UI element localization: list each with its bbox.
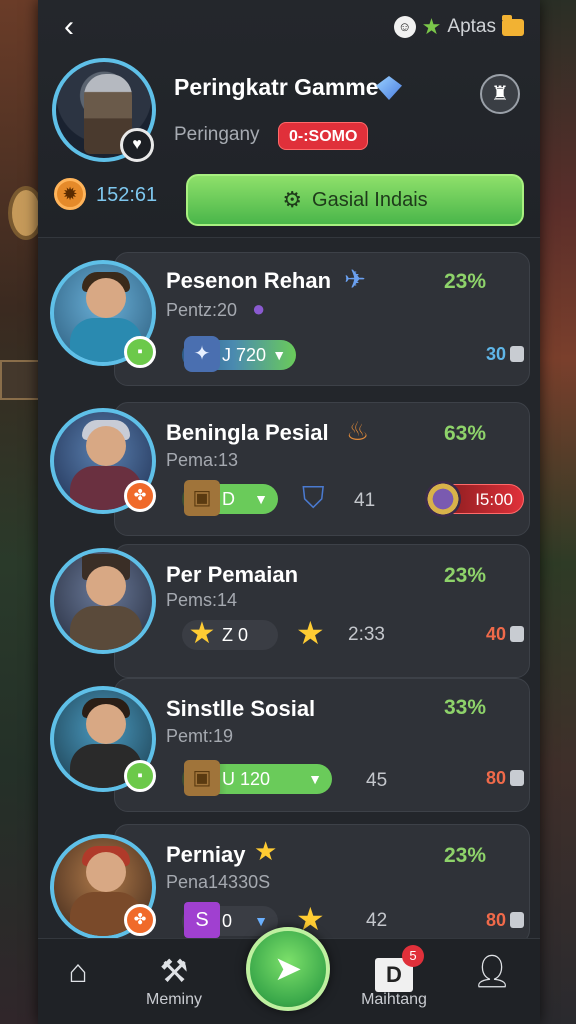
shield-crest-icon: ⛉ — [302, 482, 325, 515]
timer-pill[interactable]: I5:00 — [425, 481, 524, 517]
gear-icon: ⚙ — [282, 187, 303, 212]
cta-button[interactable]: ⚙ Gasial Indais — [186, 174, 524, 226]
paw-badge-icon: ✤ — [124, 480, 156, 512]
resource-pill[interactable]: ✦ J 720 ▼ — [182, 336, 297, 372]
player-name: Per Pemaian — [166, 562, 299, 587]
user-icon: 👤︎ — [471, 953, 513, 989]
star-icon: ★ — [296, 615, 325, 651]
player-percent: 33% — [443, 696, 486, 719]
arrow-down-icon: ▼ — [272, 347, 287, 363]
player-sub: Pems:14 — [166, 590, 238, 610]
stat-value: 152:61 — [96, 184, 158, 206]
nav-home[interactable]: ⌂ — [38, 951, 118, 991]
home-icon: ⌂ — [68, 953, 88, 989]
back-button[interactable]: ‹ — [54, 10, 84, 44]
player-sub: Pena14330S — [166, 872, 271, 892]
battery-icon — [510, 626, 524, 642]
check-badge-icon: ▪ — [124, 760, 156, 792]
check-badge-icon: ▪ — [124, 336, 156, 368]
star-icon: ★ — [188, 617, 216, 650]
lock-icon — [510, 770, 524, 786]
player-sub: Pemt:19 — [166, 726, 234, 746]
crate-icon: ▣ — [184, 760, 220, 796]
nav-profile[interactable]: 👤︎ — [452, 951, 532, 991]
player-right-value: 30 — [486, 344, 524, 365]
nav-label: Maihtang — [361, 991, 427, 1008]
top-right-status: ☺ ★ Aptas — [393, 14, 524, 40]
torch-icon: ♨ — [346, 416, 370, 446]
player-mid-value: 41 — [354, 490, 376, 511]
crate-icon: ▣ — [184, 480, 220, 516]
page-title: Peringkatr Gamme — [174, 74, 379, 100]
sign-decoration — [0, 360, 40, 400]
player-right-value: 40 — [486, 624, 524, 645]
cta-label: Gasial Indais — [312, 188, 428, 211]
arrow-down-icon: ▼ — [254, 491, 268, 507]
resource-pill[interactable]: ★ Z 0 — [182, 617, 278, 650]
player-percent: 63% — [443, 422, 486, 445]
lock-icon — [510, 912, 524, 928]
player-mid-value: 2:33 — [348, 624, 385, 645]
player-percent: 23% — [443, 844, 486, 867]
orb-icon — [425, 481, 461, 517]
star-icon: ★ — [421, 14, 442, 39]
arrow-down-icon: ▼ — [308, 771, 322, 787]
player-percent: 23% — [443, 270, 486, 293]
right-building — [536, 0, 576, 1024]
player-right-value: 80 — [486, 910, 524, 931]
plane-icon: ✈ — [344, 264, 366, 294]
paper-plane-icon: ➤ — [273, 950, 303, 988]
notification-badge: 5 — [402, 945, 424, 967]
header: ‹ ☺ ★ Aptas ♥ Peringkatr Gamme Peringany… — [38, 0, 540, 238]
bag-button[interactable]: ♜ — [480, 74, 520, 114]
player-mid-value: 45 — [366, 770, 388, 791]
player-sub: Pentz:20 — [166, 300, 238, 320]
star-icon: ★ — [254, 836, 278, 866]
heart-badge-icon: ♥ — [120, 128, 154, 162]
nav-memory[interactable]: ⚒ Meminy — [134, 951, 214, 1009]
resource-pill[interactable]: S 0 ▼ — [182, 902, 278, 938]
lock-icon — [510, 346, 524, 362]
folder-icon[interactable] — [502, 14, 524, 36]
player-right-value: 80 — [486, 768, 524, 789]
nav-matchup[interactable]: D 5 Maihtang — [354, 945, 434, 1009]
play-button[interactable]: ➤ — [246, 927, 330, 1011]
face-icon[interactable]: ☺ — [393, 16, 416, 38]
player-name: Pesenon Rehan — [166, 268, 332, 293]
arrow-down-icon: ▼ — [254, 913, 268, 929]
player-name: Beningla Pesial — [166, 420, 329, 445]
page-subtitle: Peringany — [174, 124, 260, 145]
scroll-icon: S — [184, 902, 220, 938]
potion-icon: ● — [252, 296, 266, 321]
resource-pill[interactable]: ▣ D ▼ — [182, 480, 278, 516]
gear-stat-icon: ✹ — [54, 178, 86, 210]
tools-icon: ⚒ — [159, 953, 189, 989]
top-right-label[interactable]: Aptas — [447, 16, 496, 38]
player-name: Perniay — [166, 842, 246, 867]
shield-icon: ✦ — [184, 336, 220, 372]
resource-pill[interactable]: ▣ U 120 ▼ — [182, 760, 332, 796]
player-name: Sinstlle Sosial — [166, 696, 316, 721]
left-building — [0, 0, 40, 1024]
leaderboard-panel: ‹ ☺ ★ Aptas ♥ Peringkatr Gamme Peringany… — [38, 0, 540, 1024]
bottom-nav: ⌂ ⚒ Meminy ➤ D 5 Maihtang 👤︎ — [38, 927, 540, 1024]
player-avatar[interactable] — [50, 548, 156, 654]
player-percent: 23% — [443, 564, 486, 587]
nav-label: Meminy — [145, 991, 202, 1008]
code-badge: 0-:SOMO — [278, 122, 369, 150]
paw-badge-icon: ✤ — [124, 904, 156, 936]
gem-icon — [376, 76, 402, 100]
player-sub: Pema:13 — [166, 450, 239, 470]
player-mid-value: 42 — [366, 910, 388, 931]
